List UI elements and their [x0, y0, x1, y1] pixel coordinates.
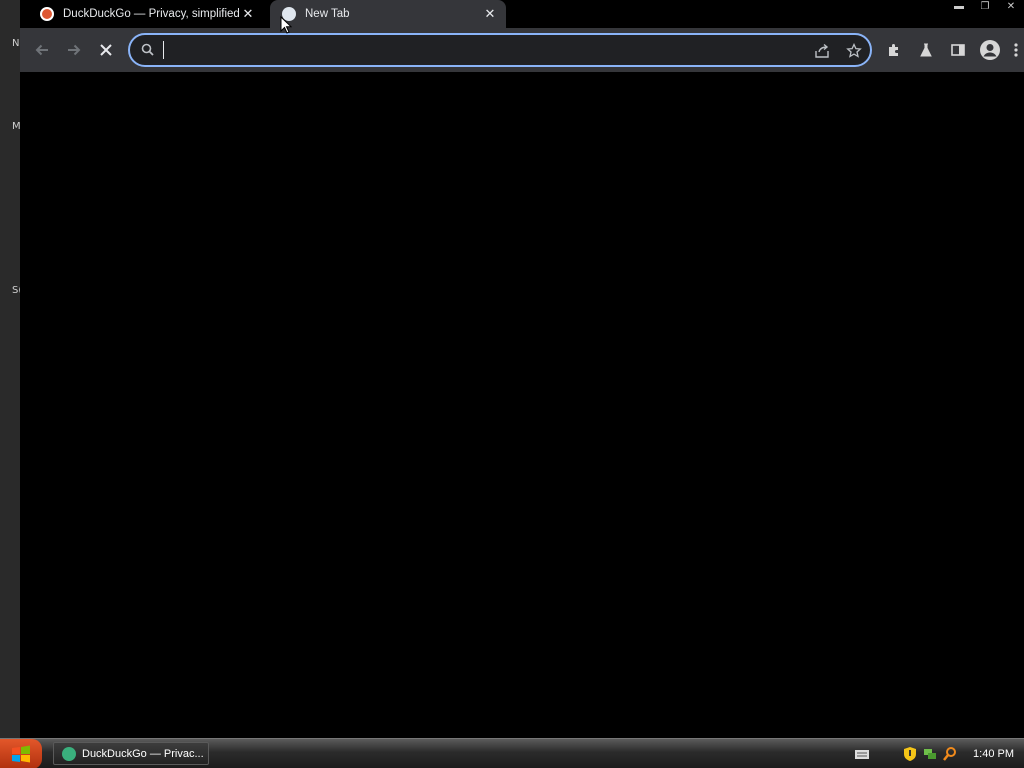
desktop-background: N M S( [0, 0, 22, 738]
start-button[interactable] [0, 739, 42, 768]
clock[interactable]: 1:40 PM [973, 748, 1014, 760]
search-icon [140, 42, 156, 58]
tab-duckduckgo[interactable]: DuckDuckGo — Privacy, simplified. ✕ [28, 0, 264, 28]
bookmark-star-icon[interactable] [844, 41, 864, 61]
browser-toolbar [20, 28, 1024, 72]
close-window-icon[interactable]: ✕ [998, 0, 1024, 12]
keyboard-icon[interactable] [853, 745, 871, 763]
windows-logo-icon [12, 745, 30, 763]
tab-strip: DuckDuckGo — Privacy, simplified. ✕ New … [20, 0, 1024, 28]
system-tray: 1:40 PM [851, 739, 1024, 768]
text-caret [163, 41, 164, 59]
tab-new-tab[interactable]: New Tab ✕ [270, 0, 506, 28]
menu-kebab-icon[interactable] [1008, 38, 1024, 62]
close-tab-icon[interactable]: ✕ [240, 6, 256, 22]
tab-title: DuckDuckGo — Privacy, simplified. [63, 8, 240, 20]
search-tray-icon[interactable] [941, 745, 959, 763]
stop-loading-icon[interactable] [94, 38, 118, 62]
browser-window: DuckDuckGo — Privacy, simplified. ✕ New … [20, 0, 1024, 733]
security-shield-icon[interactable] [901, 745, 919, 763]
address-input[interactable] [162, 40, 762, 60]
back-icon[interactable] [30, 38, 54, 62]
network-icon[interactable] [921, 745, 939, 763]
taskbar-window-button[interactable]: DuckDuckGo — Privac... [53, 742, 209, 765]
window-controls: ▬ ❐ ✕ [946, 0, 1024, 12]
extensions-icon[interactable] [882, 38, 906, 62]
restore-icon[interactable]: ❐ [972, 0, 998, 12]
forward-icon[interactable] [62, 38, 86, 62]
duckduckgo-icon [40, 7, 54, 21]
desktop-icon-label: N [12, 38, 20, 49]
minimize-icon[interactable]: ▬ [946, 0, 972, 12]
page-content [20, 72, 1024, 733]
close-tab-icon[interactable]: ✕ [482, 6, 498, 22]
share-icon[interactable] [812, 41, 832, 61]
address-bar[interactable] [128, 33, 872, 67]
tab-title: New Tab [305, 8, 350, 20]
browser-app-icon [62, 746, 76, 761]
mouse-cursor-icon [280, 16, 292, 34]
side-panel-icon[interactable] [946, 38, 970, 62]
taskbar-window-label: DuckDuckGo — Privac... [82, 747, 204, 760]
taskbar: DuckDuckGo — Privac... 1:40 PM [0, 738, 1024, 768]
labs-flask-icon[interactable] [914, 38, 938, 62]
profile-avatar-icon[interactable] [978, 38, 1002, 62]
